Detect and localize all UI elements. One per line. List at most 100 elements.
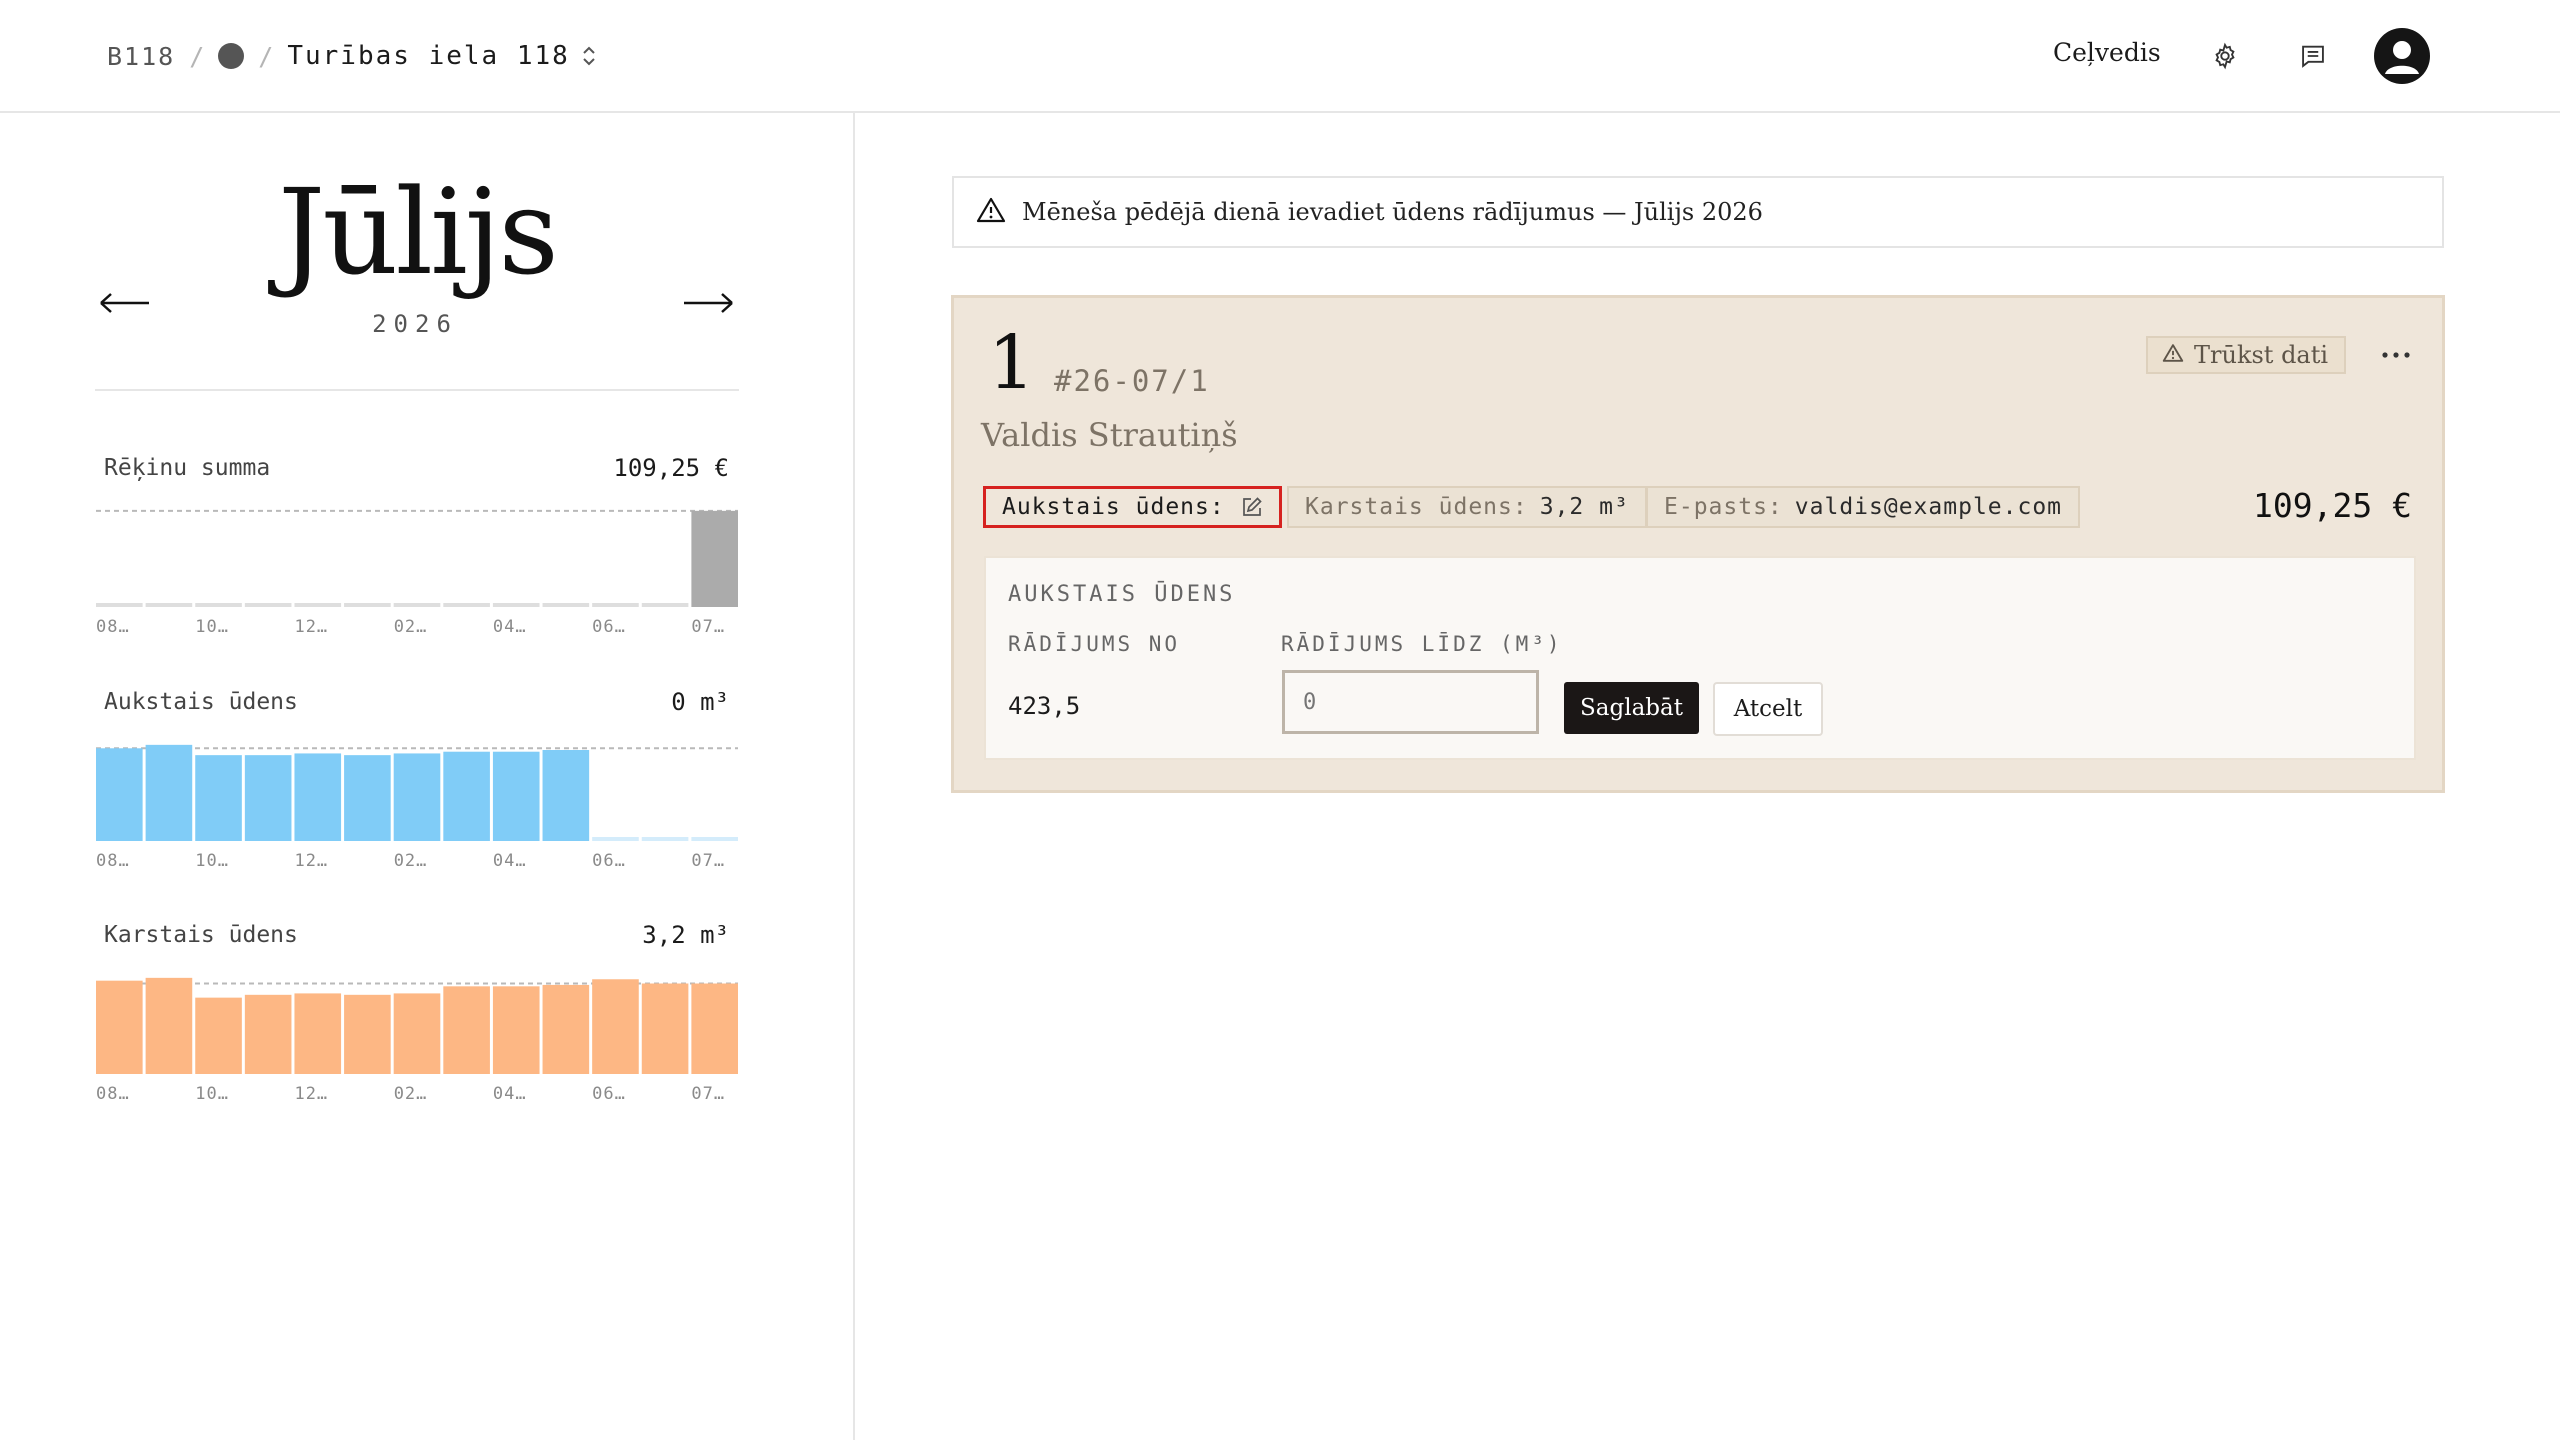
month-tick-label: 02… (394, 1084, 428, 1104)
month-tick-label: 07… (691, 1084, 725, 1104)
month-tick-label: 06… (592, 617, 626, 637)
email-value: valdis@example.com (1794, 494, 2063, 520)
chart-bar[interactable] (542, 749, 590, 841)
divider (95, 389, 739, 391)
chart-bar[interactable] (195, 603, 242, 607)
chevron-updown-icon[interactable] (580, 43, 598, 69)
breadcrumb-separator: / (189, 41, 205, 71)
guide-link[interactable]: Ceļvedis (2053, 38, 2161, 67)
month-tick-label: 04… (493, 617, 527, 637)
cold-water-pill[interactable]: Aukstais ūdens: (983, 486, 1282, 528)
month-tick-label: 06… (592, 1084, 626, 1104)
month-tick-label: 07… (691, 851, 725, 871)
chart-bar[interactable] (145, 744, 193, 841)
metric-label-invoice-total: Rēķinu summa (104, 455, 271, 481)
chart-bar[interactable] (96, 603, 143, 607)
month-tick-label: 12… (294, 851, 328, 871)
chart-bar[interactable] (641, 983, 689, 1074)
address-selector[interactable]: Turības iela 118 (287, 41, 569, 71)
chart-bar[interactable] (244, 994, 292, 1074)
chart-bar[interactable] (294, 603, 342, 607)
cold-water-label: Aukstais ūdens: (1002, 494, 1225, 520)
chart-bar[interactable] (592, 837, 639, 841)
month-tick-label: 04… (493, 851, 527, 871)
cold-water-chart: 08… 10… 12… 02… 04… 06… 07… (96, 735, 738, 875)
hot-water-label: Karstais ūdens: (1305, 494, 1528, 520)
chart-bar[interactable] (443, 986, 490, 1074)
reading-to-input[interactable] (1282, 670, 1539, 734)
chart-bar[interactable] (344, 603, 391, 607)
metric-label-hot-water: Karstais ūdens (104, 922, 298, 948)
chart-bar[interactable] (492, 603, 540, 607)
top-bar: B118 / / Turības iela 118 Ceļvedis (0, 0, 2560, 113)
month-tick-label: 04… (493, 1084, 527, 1104)
hot-water-chart: 08… 10… 12… 02… 04… 06… 07… (96, 968, 738, 1108)
month-tick-label: 02… (394, 617, 428, 637)
metric-value-hot-water: 3,2 m³ (642, 921, 729, 949)
cancel-button[interactable]: Atcelt (1713, 682, 1823, 736)
chart-bar[interactable] (393, 993, 441, 1074)
chart-bar[interactable] (641, 603, 689, 607)
email-label: E-pasts: (1664, 494, 1783, 520)
chart-bar[interactable] (145, 603, 193, 607)
chart-bar[interactable] (542, 984, 590, 1074)
chart-bar[interactable] (344, 994, 391, 1074)
status-badge-label: Trūkst dati (2194, 341, 2329, 369)
reading-to-label: RĀDĪJUMS LĪDZ (M³) (1281, 632, 1563, 656)
month-tick-label: 07… (691, 617, 725, 637)
chart-bar[interactable] (691, 837, 738, 841)
invoice-total-chart: 08… 10… 12… 02… 04… 06… 07… (96, 501, 738, 641)
chart-bar[interactable] (294, 993, 342, 1074)
chart-bar[interactable] (195, 755, 242, 841)
breadcrumb-separator: / (258, 41, 274, 71)
metric-label-cold-water: Aukstais ūdens (104, 689, 298, 715)
hot-water-pill: Karstais ūdens: 3,2 m³ (1287, 486, 1647, 528)
status-badge[interactable]: Trūkst dati (2146, 336, 2347, 374)
save-button[interactable]: Saglabāt (1564, 682, 1699, 734)
message-icon[interactable] (2295, 38, 2331, 74)
chart-bar[interactable] (443, 751, 490, 841)
chart-bar[interactable] (294, 753, 342, 841)
chart-bar[interactable] (145, 977, 193, 1074)
chart-bar[interactable] (542, 603, 590, 607)
chart-bar[interactable] (244, 755, 292, 841)
chart-bar[interactable] (492, 751, 540, 841)
month-tick-label: 10… (195, 617, 229, 637)
month-tick-label: 06… (592, 851, 626, 871)
arrow-right-icon[interactable] (680, 288, 736, 318)
chart-bar[interactable] (195, 997, 242, 1074)
more-horizontal-icon[interactable] (2374, 342, 2418, 368)
chart-bar[interactable] (96, 980, 143, 1074)
apartment-number: 1 (988, 320, 1036, 406)
chart-bar[interactable] (691, 983, 738, 1074)
chart-bar[interactable] (344, 755, 391, 841)
chart-bar[interactable] (691, 510, 738, 607)
chart-bar[interactable] (592, 979, 639, 1074)
chart-bar[interactable] (592, 603, 639, 607)
warning-icon (976, 196, 1006, 228)
chart-bar[interactable] (443, 603, 490, 607)
chart-bar[interactable] (393, 603, 441, 607)
editor-title: AUKSTAIS ŪDENS (1008, 582, 1236, 607)
chart-bar[interactable] (641, 837, 689, 841)
reading-from-value: 423,5 (1008, 692, 1081, 720)
metric-value-cold-water: 0 m³ (671, 688, 729, 716)
gear-icon[interactable] (2207, 38, 2243, 74)
chart-bar[interactable] (492, 986, 540, 1074)
avatar-icon[interactable] (2374, 28, 2430, 84)
edit-icon[interactable] (1241, 496, 1263, 518)
banner-text: Mēneša pēdējā dienā ievadiet ūdens rādīj… (1022, 198, 1763, 226)
chart-bar[interactable] (244, 603, 292, 607)
apartment-total: 109,25 € (2253, 486, 2412, 525)
month-tick-label: 08… (96, 1084, 130, 1104)
cold-water-editor: AUKSTAIS ŪDENS RĀDĪJUMS NO RĀDĪJUMS LĪDZ… (984, 556, 2416, 760)
bar-chart-svg: 08… 10… 12… 02… 04… 06… 07… (96, 509, 738, 637)
chart-bar[interactable] (96, 748, 143, 841)
bar-chart-svg: 08… 10… 12… 02… 04… 06… 07… (96, 977, 738, 1104)
chart-bar[interactable] (393, 753, 441, 841)
month-tick-label: 10… (195, 1084, 229, 1104)
building-dot-icon[interactable] (218, 43, 245, 69)
apartment-card: 1 #26-07/1 Valdis Strautiņš Trūkst dati … (951, 295, 2445, 793)
building-code-link[interactable]: B118 (107, 42, 175, 71)
tenant-name: Valdis Strautiņš (981, 416, 1238, 454)
